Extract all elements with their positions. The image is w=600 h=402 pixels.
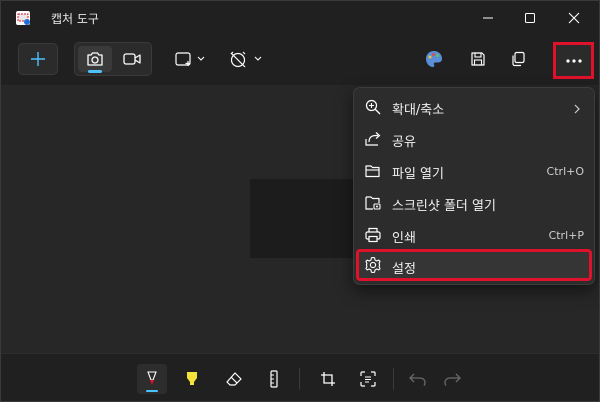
no-timer-icon	[230, 51, 262, 68]
plus-icon	[31, 52, 45, 66]
selected-indicator	[88, 70, 102, 73]
gear-icon	[364, 256, 382, 274]
captured-image	[250, 179, 354, 258]
menu-item-label: 스크린샷 폴더 열기	[392, 199, 496, 214]
undo-button[interactable]	[403, 364, 433, 394]
timer-dropdown[interactable]	[225, 44, 267, 74]
more-icon	[565, 58, 582, 63]
capture-mode-group	[74, 42, 152, 76]
video-camera-icon	[123, 53, 141, 65]
crop-button[interactable]	[313, 364, 343, 394]
undo-icon	[409, 373, 426, 386]
eraser-icon	[226, 372, 242, 386]
ballpoint-pen-button[interactable]	[137, 364, 167, 394]
toolbar-divider	[393, 368, 394, 390]
maximize-icon	[525, 13, 535, 23]
snipping-tool-icon	[15, 10, 31, 26]
zoom-icon	[364, 98, 382, 116]
menu-item-label: 파일 열기	[392, 167, 444, 182]
video-mode-button[interactable]	[115, 46, 149, 72]
menu-item-label: 설정	[392, 262, 416, 277]
menu-item-shortcut: Ctrl+P	[548, 229, 584, 242]
rectangle-select-icon	[175, 52, 205, 66]
chevron-right-icon	[572, 100, 582, 119]
ballpoint-pen-icon	[147, 371, 157, 385]
text-actions-button[interactable]	[353, 364, 383, 394]
menu-item-zoom[interactable]: 확대/축소	[358, 92, 590, 122]
menu-item-open-file[interactable]: 파일 열기 Ctrl+O	[358, 156, 590, 186]
snipping-tool-window: 캡처 도구 확대/축소 공유 파일 열기 Ctrl+O 스크린샷 폴더 열기 인…	[0, 0, 600, 402]
highlighter-icon	[187, 372, 197, 385]
toolbar-divider	[299, 368, 300, 390]
markup-toolbar	[1, 353, 599, 401]
paint-icon	[426, 51, 442, 67]
menu-item-label: 확대/축소	[392, 103, 445, 118]
eraser-button[interactable]	[219, 364, 249, 394]
menu-item-label: 공유	[392, 135, 416, 150]
see-more-menu: 확대/축소 공유 파일 열기 Ctrl+O 스크린샷 폴더 열기 인쇄 Ctrl…	[353, 87, 595, 285]
menu-item-open-screenshot-folder[interactable]: 스크린샷 폴더 열기	[358, 188, 590, 218]
camera-icon	[87, 52, 103, 66]
redo-icon	[444, 373, 461, 386]
printer-icon	[364, 226, 382, 244]
see-more-button[interactable]	[553, 42, 594, 79]
text-actions-icon	[360, 371, 376, 387]
title-bar: 캡처 도구	[1, 1, 599, 35]
new-capture-button[interactable]	[18, 43, 58, 75]
ruler-icon	[270, 370, 278, 388]
minimize-button[interactable]	[465, 1, 511, 35]
menu-item-print[interactable]: 인쇄 Ctrl+P	[358, 220, 590, 250]
close-button[interactable]	[551, 1, 597, 35]
highlighter-button[interactable]	[177, 364, 207, 394]
close-icon	[568, 12, 580, 24]
edit-in-paint-button[interactable]	[419, 44, 449, 74]
maximize-button[interactable]	[507, 1, 553, 35]
snip-shape-dropdown[interactable]	[171, 44, 211, 74]
menu-item-shortcut: Ctrl+O	[546, 165, 584, 178]
redo-button[interactable]	[437, 364, 467, 394]
share-icon	[364, 130, 382, 148]
screenshot-mode-button[interactable]	[78, 46, 112, 73]
menu-item-label: 인쇄	[392, 231, 416, 246]
screenshot-folder-icon	[364, 194, 382, 212]
menu-item-share[interactable]: 공유	[358, 124, 590, 154]
window-title: 캡처 도구	[51, 12, 99, 26]
save-icon	[471, 52, 485, 66]
folder-open-icon	[364, 162, 382, 180]
minimize-icon	[483, 17, 493, 19]
selected-indicator	[146, 390, 158, 392]
copy-icon	[512, 51, 525, 67]
copy-button[interactable]	[503, 44, 533, 74]
save-button[interactable]	[463, 44, 493, 74]
ruler-button[interactable]	[259, 364, 289, 394]
capture-toolbar	[1, 35, 599, 85]
crop-icon	[321, 372, 335, 386]
menu-item-settings[interactable]: 설정	[356, 249, 592, 281]
